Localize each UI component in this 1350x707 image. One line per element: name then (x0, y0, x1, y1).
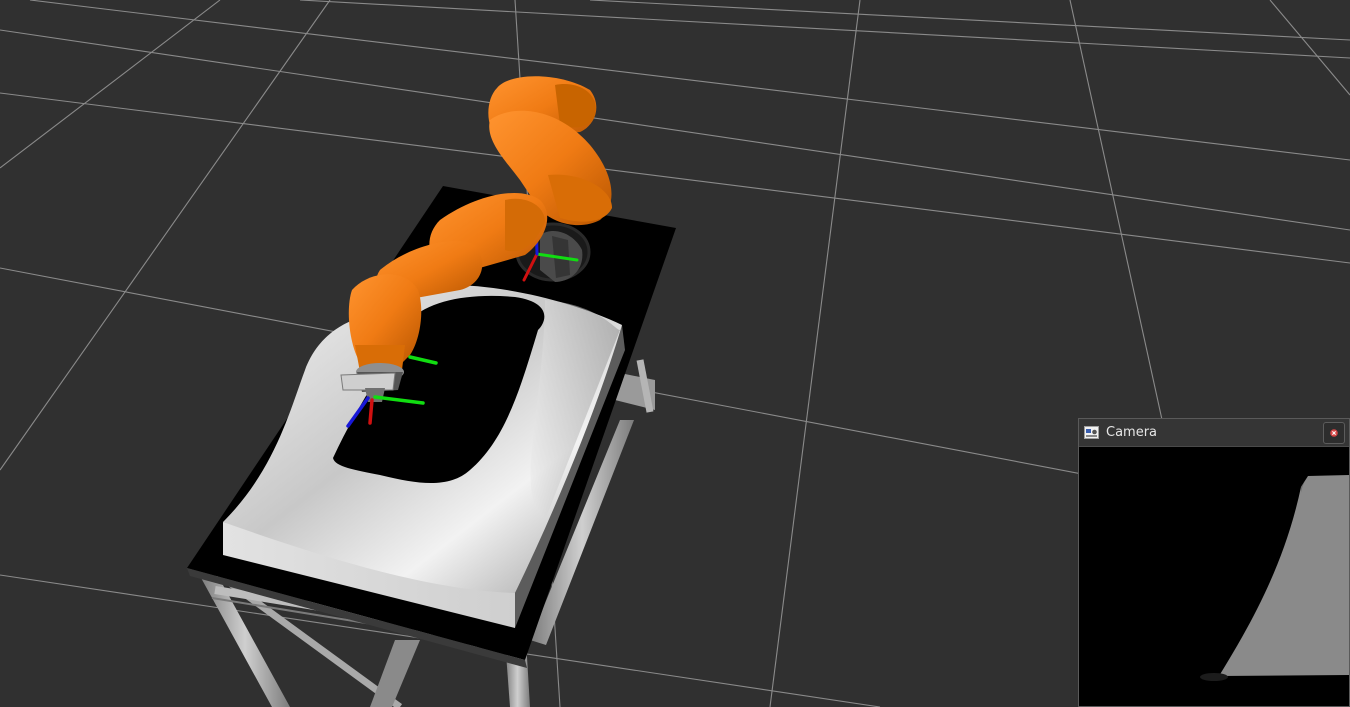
camera-panel-title: Camera (1106, 425, 1158, 440)
camera-image (1079, 447, 1349, 706)
camera-close-button[interactable] (1323, 422, 1345, 444)
close-icon (1330, 429, 1338, 437)
camera-display-icon (1084, 426, 1099, 439)
camera-panel: Camera (1078, 418, 1350, 707)
camera-titlebar[interactable]: Camera (1079, 419, 1349, 447)
